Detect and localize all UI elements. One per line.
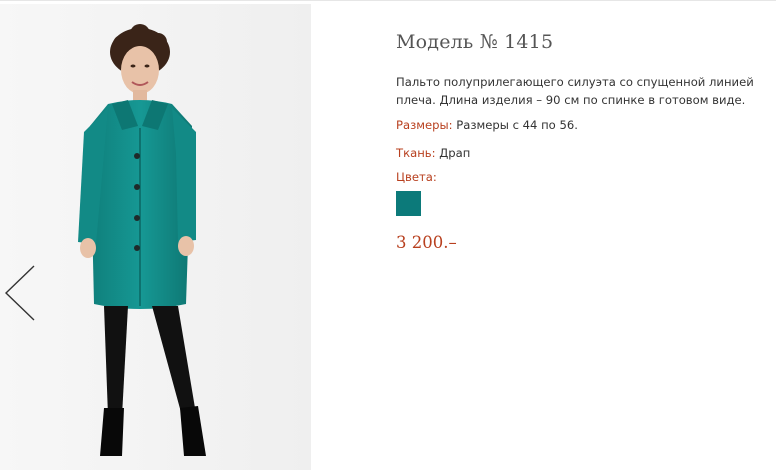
description-line-1: Пальто полуприлегающего силуэта со спуще… bbox=[396, 75, 754, 89]
colors-label: Цвета: bbox=[396, 170, 437, 184]
product-page: Модель № 1415 Пальто полуприлегающего си… bbox=[0, 0, 776, 471]
fabric-value: Драп bbox=[439, 146, 471, 160]
colors-row: Цвета: bbox=[396, 170, 437, 184]
fabric-label: Ткань: bbox=[396, 146, 436, 160]
prev-photo-arrow[interactable] bbox=[2, 262, 38, 324]
product-description: Пальто полуприлегающего силуэта со спуще… bbox=[396, 73, 758, 109]
sizes-value: Размеры с 44 по 56. bbox=[456, 118, 578, 132]
product-photo bbox=[0, 4, 311, 470]
product-title: Модель № 1415 bbox=[396, 31, 554, 53]
sizes-row: Размеры: Размеры с 44 по 56. bbox=[396, 118, 578, 132]
description-line-2: плеча. Длина изделия – 90 см по спинке в… bbox=[396, 93, 746, 107]
chevron-left-icon bbox=[4, 265, 35, 321]
fabric-row: Ткань: Драп bbox=[396, 146, 470, 160]
product-price: 3 200.– bbox=[396, 233, 457, 252]
model-photo-image bbox=[0, 4, 311, 470]
color-swatch-teal[interactable] bbox=[396, 191, 421, 216]
sizes-label: Размеры: bbox=[396, 118, 453, 132]
